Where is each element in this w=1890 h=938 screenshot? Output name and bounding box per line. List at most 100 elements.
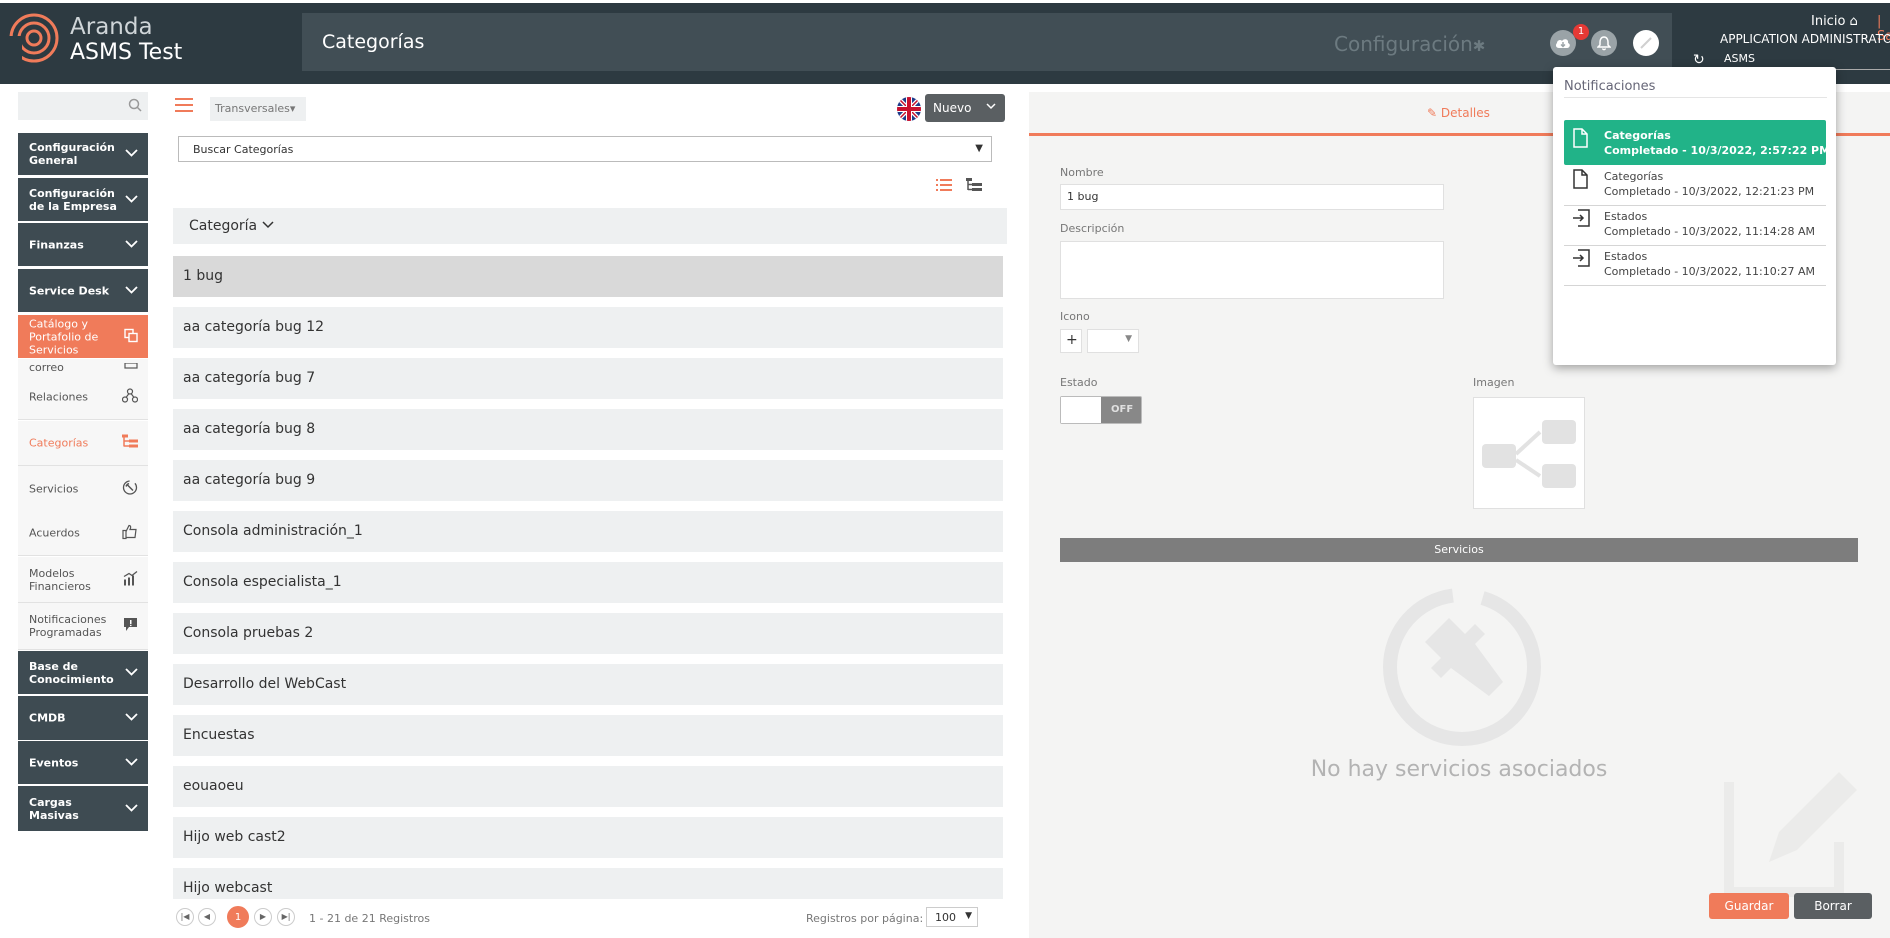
configuration-link[interactable]: Configuración✱ <box>1334 32 1485 56</box>
user-area: Inicio ⌂ | Sa APPLICATION ADMINISTRATO ↻… <box>1690 14 1890 74</box>
list-item[interactable]: Desarrollo del WebCast <box>173 664 1003 705</box>
description-field[interactable] <box>1060 241 1444 299</box>
sidebar-item-label: Cargas Masivas <box>29 795 79 822</box>
notification-item[interactable]: Categorías Completado - 10/3/2022, 12:21:… <box>1564 161 1826 206</box>
list-item[interactable]: 1 bug <box>173 256 1003 297</box>
new-button-label: Nuevo <box>933 101 972 115</box>
import-icon <box>1572 249 1590 270</box>
uk-flag-icon[interactable] <box>897 97 921 121</box>
import-icon <box>1572 209 1590 230</box>
tab-details-text: Detalles <box>1440 106 1490 120</box>
aranda-logo-icon[interactable] <box>8 12 60 64</box>
icon-select[interactable]: ▼ <box>1087 329 1139 353</box>
list-item[interactable]: Consola administración_1 <box>173 511 1003 552</box>
name-field[interactable]: 1 bug <box>1060 184 1444 210</box>
current-page-button[interactable]: 1 <box>227 906 249 928</box>
prev-page-icon[interactable]: ◀ <box>198 908 216 926</box>
add-icon-button[interactable]: + <box>1060 329 1082 353</box>
chevron-down-icon <box>125 193 138 206</box>
category-list: 1 bug aa categoría bug 12 aa categoría bug… <box>173 256 1003 899</box>
list-view-icon[interactable] <box>936 178 952 192</box>
bell-icon <box>1597 35 1611 50</box>
notifications-bell-button[interactable] <box>1591 30 1617 56</box>
list-item[interactable]: aa categoría bug 9 <box>173 460 1003 501</box>
divider <box>1564 97 1827 98</box>
edit-icon: ✎ <box>1427 106 1438 120</box>
list-item-label: Hijo webcast <box>183 880 273 896</box>
sidebar-item-label: Finanzas <box>29 238 84 251</box>
top-strip <box>0 0 1890 3</box>
list-item[interactable]: aa categoría bug 12 <box>173 307 1003 348</box>
mail-icon <box>124 359 138 372</box>
sidebar-item-label: Categorías <box>29 436 89 450</box>
last-page-icon[interactable]: ▶| <box>277 908 295 926</box>
user-avatar-button[interactable] <box>1633 30 1659 56</box>
notification-title: Categorías <box>1604 170 1664 183</box>
sidebar-item-notificaciones-programadas[interactable]: Notificaciones Programadas <box>18 603 148 650</box>
notifications-popup: Notificaciones Categorías Completado - 10… <box>1553 67 1836 365</box>
sidebar-item-service-desk[interactable]: Service Desk <box>18 269 148 313</box>
sidebar-item-label: Catálogo y Portafolio de Servicios <box>29 317 99 356</box>
save-button[interactable]: Guardar <box>1709 893 1789 919</box>
cloud-download-button[interactable] <box>1550 30 1576 56</box>
category-column-header[interactable]: Categoría <box>173 208 1007 244</box>
home-link[interactable]: Inicio ⌂ <box>1811 14 1858 29</box>
sidebar-item-cargas-masivas[interactable]: Cargas Masivas <box>18 786 148 832</box>
list-item[interactable]: Consola pruebas 2 <box>173 613 1003 654</box>
list-item-label: Desarrollo del WebCast <box>183 676 347 692</box>
sidebar-item-base-de-conocimiento[interactable]: Base de Conocimiento <box>18 651 148 695</box>
list-item[interactable]: Hijo web cast2 <box>173 817 1003 858</box>
sidebar-item-servicios[interactable]: Servicios <box>18 466 148 512</box>
sidebar-item-finanzas[interactable]: Finanzas <box>18 223 148 267</box>
sidebar-item-acuerdos[interactable]: Acuerdos <box>18 511 148 556</box>
notification-title: Estados <box>1604 250 1648 263</box>
list-item[interactable]: aa categoría bug 7 <box>173 358 1003 399</box>
list-item[interactable]: aa categoría bug 8 <box>173 409 1003 450</box>
list-item[interactable]: Hijo webcast <box>173 868 1003 899</box>
category-column-label: Categoría <box>189 218 258 234</box>
tree-view-icon[interactable] <box>966 178 982 192</box>
search-categories-select[interactable]: Buscar Categorías ▼ <box>178 136 992 162</box>
notification-title: Estados <box>1604 210 1648 223</box>
sidebar-item-configuración-general[interactable]: Configuración General <box>18 133 148 176</box>
sidebar-item-cmdb[interactable]: CMDB <box>18 696 148 741</box>
next-page-icon[interactable]: ▶ <box>254 908 272 926</box>
refresh-icon[interactable]: ↻ <box>1693 52 1705 68</box>
image-placeholder[interactable] <box>1473 397 1585 509</box>
sidebar-item-label: Configuración General <box>29 141 115 167</box>
list-item[interactable]: eouaoeu <box>173 766 1003 807</box>
notification-item[interactable]: Categorías Completado - 10/3/2022, 2:57:2… <box>1564 120 1830 165</box>
filter-select[interactable]: Transversales▾ <box>210 97 306 121</box>
notification-item[interactable]: Estados Completado - 10/3/2022, 11:10:27 … <box>1564 241 1826 286</box>
sidebar-item-eventos[interactable]: Eventos <box>18 741 148 785</box>
sidebar-item-configuración-de-la-empresa[interactable]: Configuración de la Empresa <box>18 178 148 222</box>
sidebar-item-modelos-financieros[interactable]: Modelos Financieros <box>18 557 148 603</box>
first-page-icon[interactable]: |◀ <box>176 908 194 926</box>
chevron-down-icon <box>125 802 138 815</box>
brand-instance: ASMS Test <box>70 40 183 65</box>
home-icon: ⌂ <box>1849 14 1858 29</box>
per-page-select[interactable]: 100 ▼ <box>926 907 978 927</box>
list-item-label: Consola especialista_1 <box>183 574 342 590</box>
sidebar-item-relaciones[interactable]: Relaciones <box>18 375 148 420</box>
delete-button[interactable]: Borrar <box>1794 893 1872 919</box>
sidebar-item-categorías[interactable]: Categorías <box>18 421 148 466</box>
sidebar-search-input[interactable] <box>18 92 148 120</box>
file-icon <box>1572 128 1588 151</box>
tools-icon <box>1383 588 1541 746</box>
state-toggle-value: OFF <box>1111 404 1134 415</box>
notification-item[interactable]: Estados Completado - 10/3/2022, 11:14:28 … <box>1564 201 1826 246</box>
sidebar-item-label: CMDB <box>29 711 66 725</box>
new-button[interactable]: Nuevo <box>925 94 1005 122</box>
hamburger-menu-icon[interactable] <box>175 98 195 112</box>
state-toggle[interactable]: OFF <box>1060 396 1142 424</box>
sidebar-item-catálogo-y-portafolio-de-servicios[interactable]: Catálogo y Portafolio de Servicios <box>18 315 148 359</box>
avatar <box>1640 37 1652 49</box>
list-item-label: aa categoría bug 8 <box>183 421 316 437</box>
sidebar-item-label: Eventos <box>29 756 79 769</box>
list-item-label: Encuestas <box>183 727 255 743</box>
pager-info: 1 - 21 de 21 Registros <box>309 912 430 925</box>
list-item[interactable]: Consola especialista_1 <box>173 562 1003 603</box>
caret-down-icon: ▼ <box>975 143 983 154</box>
list-item[interactable]: Encuestas <box>173 715 1003 756</box>
